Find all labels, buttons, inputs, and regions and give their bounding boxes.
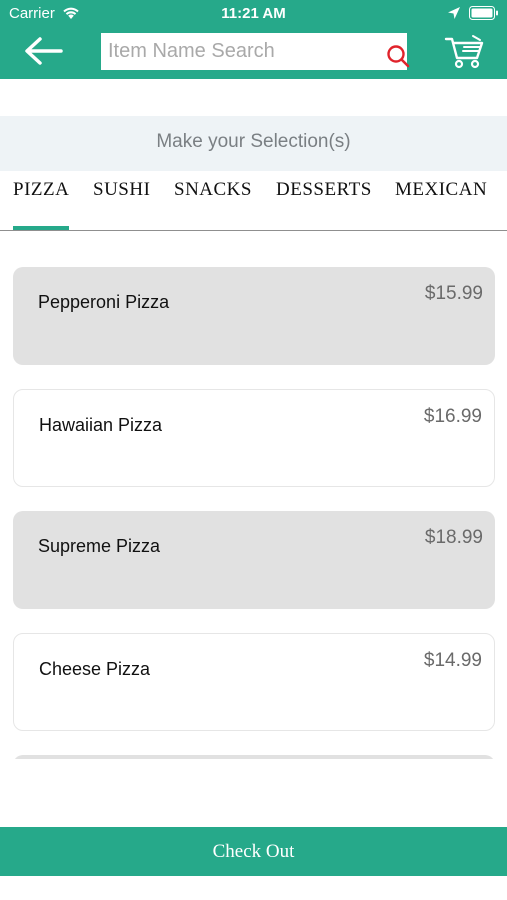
- item-price: $15.99: [424, 283, 483, 304]
- search-icon[interactable]: [386, 44, 410, 68]
- shopping-cart-icon[interactable]: [444, 34, 486, 70]
- top-bar: Carrier 11:21 AM: [0, 0, 507, 79]
- item-price: $18.99: [424, 527, 483, 548]
- back-arrow-icon[interactable]: [22, 34, 64, 68]
- menu-item-card-partial[interactable]: [13, 755, 495, 759]
- menu-item-card[interactable]: Hawaiian Pizza $16.99: [13, 389, 495, 487]
- item-price: $14.99: [423, 650, 482, 671]
- menu-item-list[interactable]: Pepperoni Pizza $15.99 Hawaiian Pizza $1…: [0, 232, 507, 759]
- checkout-button[interactable]: Check Out: [0, 827, 507, 876]
- location-arrow-icon: [448, 7, 460, 19]
- tab-sushi[interactable]: SUSHI: [93, 179, 150, 201]
- search-input[interactable]: [108, 34, 378, 69]
- battery-icon: [469, 6, 498, 20]
- menu-item-card[interactable]: Pepperoni Pizza $15.99: [13, 267, 495, 365]
- item-name: Pepperoni Pizza: [38, 292, 170, 312]
- item-name: Supreme Pizza: [38, 536, 161, 556]
- item-name: Hawaiian Pizza: [39, 415, 163, 435]
- menu-item-card[interactable]: Supreme Pizza $18.99: [13, 511, 495, 609]
- tab-snacks[interactable]: SNACKS: [174, 179, 252, 201]
- search-box: [101, 33, 410, 70]
- menu-screen: Carrier 11:21 AM Item Name Search Make y…: [0, 0, 507, 900]
- item-price: $16.99: [423, 406, 482, 427]
- status-bar: Carrier 11:21 AM: [0, 0, 507, 27]
- selection-prompt: Make your Selection(s): [0, 116, 507, 171]
- category-tabs: PIZZA SUSHI SNACKS DESSERTS MEXICAN: [0, 171, 507, 231]
- item-name: Cheese Pizza: [39, 659, 151, 679]
- tab-desserts[interactable]: DESSERTS: [276, 179, 372, 201]
- tab-pizza[interactable]: PIZZA: [13, 179, 69, 201]
- tab-mexican[interactable]: MEXICAN: [395, 179, 487, 201]
- status-time: 11:21 AM: [221, 5, 286, 22]
- menu-item-card[interactable]: Cheese Pizza $14.99: [13, 633, 495, 731]
- selected-tab-indicator: [13, 226, 69, 230]
